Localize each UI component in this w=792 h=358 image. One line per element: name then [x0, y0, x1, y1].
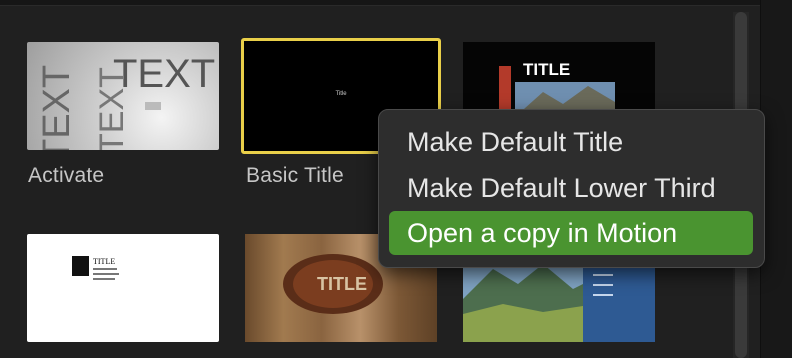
- menu-item-make-default-title[interactable]: Make Default Title: [389, 120, 753, 164]
- menu-item-make-default-lower-third[interactable]: Make Default Lower Third: [389, 166, 753, 210]
- svg-text:TITLE: TITLE: [317, 274, 367, 294]
- thumbnail-document-title[interactable]: TITLE: [27, 234, 219, 342]
- svg-text:TEXT: TEXT: [36, 65, 78, 150]
- svg-text:TEXT: TEXT: [93, 67, 131, 150]
- svg-text:TITLE: TITLE: [523, 60, 570, 79]
- top-divider: [0, 0, 760, 6]
- thumbnail-activate[interactable]: TEXT TEXT TEXT: [27, 42, 219, 150]
- document-title-preview-art: TITLE: [72, 256, 119, 280]
- titles-browser: TEXT TEXT TEXT Activate Title Basic Titl…: [0, 0, 792, 358]
- tile-label-activate: Activate: [28, 164, 105, 187]
- context-menu: Make Default Title Make Default Lower Th…: [378, 109, 765, 268]
- menu-item-open-copy-in-motion[interactable]: Open a copy in Motion: [389, 211, 753, 255]
- basic-title-preview-text: Title: [335, 91, 347, 97]
- tile-label-basic-title: Basic Title: [246, 164, 344, 187]
- activate-preview-art: TEXT TEXT TEXT: [36, 52, 215, 150]
- svg-text:TITLE: TITLE: [93, 257, 115, 266]
